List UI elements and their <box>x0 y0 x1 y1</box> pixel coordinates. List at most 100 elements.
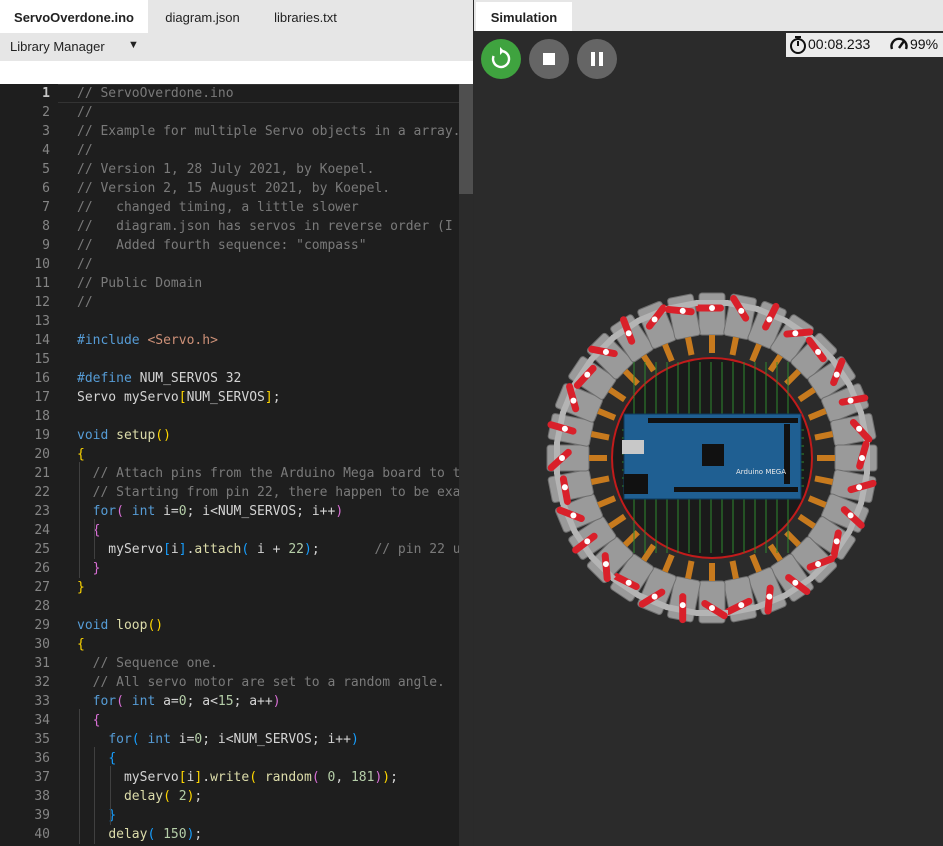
code-editor-pane: ServoOverdone.ino diagram.json libraries… <box>0 0 473 846</box>
line-number: 4 <box>42 143 50 158</box>
code-line: // Version 1, 28 July 2021, by Koepel. <box>77 162 375 177</box>
indent-guide <box>79 709 80 844</box>
code-line: Servo myServo[NUM_SERVOS]; <box>77 390 281 405</box>
servo-horn <box>694 304 724 312</box>
servo-wire <box>662 343 675 363</box>
code-line: for( int i=0; i<NUM_SERVOS; i++) <box>92 504 344 519</box>
line-number: 27 <box>34 580 50 595</box>
code-line: // changed timing, a little slower <box>77 200 359 215</box>
line-number: 35 <box>34 732 50 747</box>
code-line: { <box>92 713 101 728</box>
code-line: // Sequence one. <box>92 656 218 671</box>
line-number: 11 <box>34 276 50 291</box>
indent-guide <box>94 519 95 559</box>
library-manager-label[interactable]: Library Manager <box>10 39 105 54</box>
line-number: 15 <box>34 352 50 367</box>
simulation-status: 00:08.233 99% <box>786 33 943 57</box>
line-number: 29 <box>34 618 50 633</box>
line-number: 39 <box>34 808 50 823</box>
restart-icon <box>491 47 511 69</box>
line-number: 23 <box>34 504 50 519</box>
code-line: // Version 2, 15 August 2021, by Koepel. <box>77 181 391 196</box>
code-line: void loop() <box>77 618 164 633</box>
stop-icon <box>543 53 555 65</box>
simulation-speed: 99% <box>910 36 939 52</box>
code-line: // <box>77 143 93 158</box>
code-line: for( int i=0; i<NUM_SERVOS; i++) <box>108 732 359 747</box>
code-area[interactable]: 1 2 3 4 5 6 7 8 9 10 11 12 13 14 15 16 17 18 19 20 21 22 23 24 2… <box>0 84 473 846</box>
servo <box>817 440 878 474</box>
servo-wire <box>662 553 675 573</box>
servo-wire <box>608 387 627 403</box>
code-line: // <box>77 105 93 120</box>
code-line: // Example for multiple Servo objects in… <box>77 124 461 139</box>
servo-wire <box>608 513 627 529</box>
servo-wire <box>709 335 715 353</box>
servo-wire <box>749 343 762 363</box>
code-line: // <box>77 295 93 310</box>
line-number: 12 <box>34 295 50 310</box>
code-line: // All servo motor are set to a random a… <box>92 675 445 690</box>
pause-button[interactable] <box>577 39 617 79</box>
line-number: 3 <box>42 124 50 139</box>
header-pins <box>674 487 798 492</box>
servo-wire <box>590 475 610 485</box>
code-line: { <box>92 523 101 538</box>
tab-libraries-txt[interactable]: libraries.txt <box>257 0 354 33</box>
restart-button[interactable] <box>481 39 521 79</box>
code-line: myServo[i].write( random( 0, 181)); <box>77 770 398 785</box>
editor-toolbar-strip <box>0 61 473 84</box>
line-number: 28 <box>34 599 50 614</box>
line-number: 14 <box>34 333 50 348</box>
tab-servooverdone-ino[interactable]: ServoOverdone.ino <box>0 0 148 33</box>
servo-horn-hub <box>679 602 686 609</box>
servo-wire <box>797 513 816 529</box>
chevron-down-icon[interactable]: ▼ <box>128 39 139 51</box>
servo-wire <box>685 560 695 580</box>
tab-diagram-json[interactable]: diagram.json <box>148 0 257 33</box>
file-tab-bar: ServoOverdone.ino diagram.json libraries… <box>0 0 473 33</box>
servo-wire <box>729 336 739 356</box>
simulation-canvas[interactable]: Arduino MEGA <box>474 0 943 846</box>
vertical-scrollbar[interactable] <box>459 84 473 846</box>
line-number: 5 <box>42 162 50 177</box>
line-number: 34 <box>34 713 50 728</box>
line-number: 10 <box>34 257 50 272</box>
elapsed-time: 00:08.233 <box>808 36 871 52</box>
servo-wire <box>589 455 607 461</box>
code-line: #define NUM_SERVOS 32 <box>77 371 242 386</box>
line-number: 37 <box>34 770 50 785</box>
line-number: 7 <box>42 200 50 215</box>
line-number: 25 <box>34 542 50 557</box>
servo-wire <box>597 495 617 508</box>
line-number: 31 <box>34 656 50 671</box>
servo-wire <box>622 530 640 548</box>
power-jack <box>624 474 648 494</box>
line-number: 22 <box>34 485 50 500</box>
servo-wire <box>597 408 617 421</box>
servo-horn-hub <box>709 305 715 311</box>
scrollbar-thumb[interactable] <box>459 84 473 194</box>
tab-simulation[interactable]: Simulation <box>476 2 572 31</box>
code-line: // Starting from pin 22, there happen to… <box>92 485 473 500</box>
line-number: 36 <box>34 751 50 766</box>
indent-guide <box>79 462 80 578</box>
simulation-pane: Arduino MEGA Simulation 00:08.233 99% <box>474 0 943 846</box>
servo-wire <box>814 475 834 485</box>
servo-wire <box>622 368 640 386</box>
servo-wire <box>807 408 827 421</box>
code-line: { <box>77 637 85 652</box>
line-number: 19 <box>34 428 50 443</box>
line-number: 20 <box>34 447 50 462</box>
line-number: 26 <box>34 561 50 576</box>
servo-wire <box>709 563 715 581</box>
stop-button[interactable] <box>529 39 569 79</box>
servo-wire <box>641 543 657 562</box>
microcontroller-chip <box>702 444 724 466</box>
code-line: // ServoOverdone.ino <box>77 86 234 101</box>
indent-guide <box>110 766 111 825</box>
line-number: 21 <box>34 466 50 481</box>
line-number: 2 <box>42 105 50 120</box>
code-line: void setup() <box>77 428 171 443</box>
line-number: 40 <box>34 827 50 842</box>
